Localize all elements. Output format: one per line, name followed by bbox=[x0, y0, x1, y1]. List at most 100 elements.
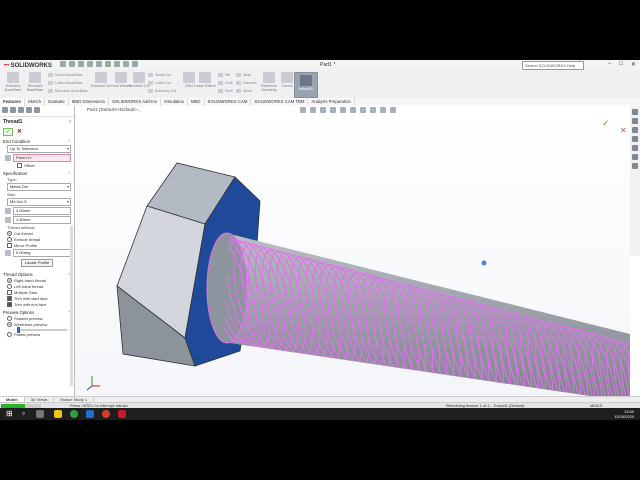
ribbon-mirror[interactable]: Mirror bbox=[236, 89, 252, 93]
ribbon-intersect[interactable]: Intersect bbox=[236, 81, 256, 85]
trim-start-checkbox[interactable]: Trim with start face bbox=[7, 296, 71, 301]
resources-icon[interactable] bbox=[632, 109, 638, 115]
multiple-start-checkbox[interactable]: Multiple Start bbox=[7, 290, 71, 295]
print-icon[interactable] bbox=[96, 61, 102, 67]
ribbon-wrap[interactable]: Wrap bbox=[236, 73, 251, 77]
chrome-icon[interactable] bbox=[70, 410, 78, 418]
rebuild-icon[interactable] bbox=[123, 61, 129, 67]
tab-simulation[interactable]: Simulation bbox=[161, 98, 188, 106]
configuration-icon[interactable] bbox=[18, 107, 24, 113]
panel-tabs bbox=[0, 106, 74, 117]
ok-button[interactable]: ✓ bbox=[3, 128, 13, 136]
ribbon-draft[interactable]: Draft bbox=[218, 81, 233, 85]
tab-evaluate[interactable]: Evaluate bbox=[45, 98, 69, 106]
ribbon-extruded-boss[interactable]: Extruded Boss/Base bbox=[2, 72, 24, 96]
feature-tree-icon[interactable] bbox=[2, 107, 8, 113]
save-icon[interactable] bbox=[87, 61, 93, 67]
display-manager-icon[interactable] bbox=[34, 107, 40, 113]
task-view-icon[interactable] bbox=[36, 410, 44, 418]
end-condition-select[interactable]: Up To Selection bbox=[7, 145, 71, 153]
ribbon-shell[interactable]: Shell bbox=[218, 89, 233, 93]
tab-mbd[interactable]: MBD bbox=[188, 98, 205, 106]
ribbon-lofted-cut[interactable]: Lofted Cut bbox=[148, 81, 171, 85]
left-hand-radio[interactable]: Left-hand thread bbox=[7, 284, 71, 289]
solidworks-window: ꟷ SOLIDWORKS Part1 * Search SOLIDWORKS H… bbox=[0, 60, 640, 420]
ribbon-boundary-cut[interactable]: Boundary Cut bbox=[148, 89, 176, 93]
edge-icon[interactable] bbox=[86, 410, 94, 418]
design-library-icon[interactable] bbox=[632, 118, 638, 124]
select-icon[interactable] bbox=[114, 61, 120, 67]
shaded-preview-radio[interactable]: Shaded preview bbox=[7, 316, 71, 321]
solidworks-taskbar-icon[interactable] bbox=[118, 410, 126, 418]
file-explorer-taskbar-icon[interactable] bbox=[54, 410, 62, 418]
view-palette-icon[interactable] bbox=[632, 136, 638, 142]
preview-options-header[interactable]: Preview Options bbox=[3, 307, 71, 315]
preview-options-section: Preview Options Shaded preview Wireframe… bbox=[3, 307, 71, 337]
end-face-field[interactable]: Face<1> bbox=[5, 154, 71, 162]
mirror-profile-checkbox[interactable]: Mirror Profile bbox=[7, 243, 71, 248]
cut-thread-radio[interactable]: Cut thread bbox=[7, 231, 71, 236]
open-icon[interactable] bbox=[78, 61, 84, 67]
taskbar-search-icon[interactable]: ⌕ bbox=[22, 411, 25, 418]
start-button[interactable]: ⊞ bbox=[6, 410, 13, 418]
custom-properties-icon[interactable] bbox=[632, 154, 638, 160]
locate-profile-button[interactable]: Locate Profile bbox=[21, 259, 53, 267]
browser-icon[interactable] bbox=[102, 410, 110, 418]
close-button[interactable]: ✕ bbox=[631, 61, 636, 68]
graphics-area[interactable]: Part1 (Default<<Default>... bbox=[75, 106, 630, 396]
size-select[interactable]: M4.0x1.5 bbox=[7, 198, 71, 206]
ribbon-extruded-cut[interactable]: Extruded Cut bbox=[90, 72, 112, 96]
ribbon-lofted-boss[interactable]: Lofted Boss/Base bbox=[48, 81, 82, 85]
ribbon-revolved-cut[interactable]: Revolved Cut bbox=[128, 72, 150, 96]
type-select[interactable]: Metric Die bbox=[7, 183, 71, 191]
tab-mbd-dimensions[interactable]: MBD Dimensions bbox=[69, 98, 109, 106]
ribbon-linear-pattern[interactable]: Linear Pattern bbox=[194, 72, 216, 96]
tab-cam[interactable]: SOLIDWORKS CAM bbox=[205, 98, 252, 106]
appearances-icon[interactable] bbox=[632, 145, 638, 151]
property-manager-icon[interactable] bbox=[10, 107, 16, 113]
file-explorer-icon[interactable] bbox=[632, 127, 638, 133]
thread-options-header[interactable]: Thread Options bbox=[3, 269, 71, 277]
tab-cam-tbm[interactable]: SOLIDWORKS CAM TBM bbox=[251, 98, 309, 106]
dimxpert-icon[interactable] bbox=[26, 107, 32, 113]
slider-knob[interactable] bbox=[17, 327, 20, 333]
panel-scrollbar[interactable] bbox=[70, 226, 73, 386]
tab-analysis-preparation[interactable]: Analysis Preparation bbox=[308, 98, 355, 106]
tab-sketch[interactable]: Sketch bbox=[25, 98, 46, 106]
ribbon-swept-boss[interactable]: Swept Boss/Base bbox=[48, 73, 82, 77]
maximize-button[interactable]: □ bbox=[619, 61, 623, 68]
pitch-field[interactable]: 1.50mm bbox=[5, 216, 71, 224]
extruded-cut-icon bbox=[95, 72, 107, 83]
home-icon[interactable] bbox=[60, 61, 66, 67]
end-condition-header[interactable]: End Condition bbox=[3, 136, 71, 144]
document-title: Part1 * bbox=[320, 62, 336, 68]
rotation-field[interactable]: 0.00deg bbox=[5, 249, 71, 257]
tab-features[interactable]: Features bbox=[0, 98, 25, 106]
confirm-corner-ok-icon[interactable]: ✓ bbox=[602, 118, 610, 129]
app-logo[interactable]: ꟷ SOLIDWORKS bbox=[4, 61, 52, 69]
minimize-button[interactable]: − bbox=[608, 61, 612, 68]
preview-slider[interactable] bbox=[17, 327, 67, 333]
cancel-button[interactable]: ✕ bbox=[16, 129, 22, 135]
help-icon[interactable]: ? bbox=[69, 119, 71, 125]
specification-header[interactable]: Specification bbox=[3, 168, 71, 176]
extrude-thread-radio[interactable]: Extrude thread bbox=[7, 237, 71, 242]
instant3d-button[interactable]: Instant3D bbox=[294, 72, 318, 98]
solidworks-forum-icon[interactable] bbox=[632, 163, 638, 169]
ribbon-rib[interactable]: Rib bbox=[218, 73, 230, 77]
clock-date: 12/05/2020 bbox=[613, 414, 634, 419]
tab-addins[interactable]: SOLIDWORKS Add-Ins bbox=[109, 98, 161, 106]
right-hand-radio[interactable]: Right-hand thread bbox=[7, 278, 71, 283]
ribbon-swept-cut[interactable]: Swept Cut bbox=[148, 73, 171, 77]
bolt-model[interactable] bbox=[75, 106, 630, 396]
undo-icon[interactable] bbox=[105, 61, 111, 67]
diameter-field[interactable]: 4.00mm bbox=[5, 207, 71, 215]
help-search-input[interactable]: Search SOLIDWORKS Help bbox=[522, 61, 584, 70]
options-icon[interactable] bbox=[132, 61, 138, 67]
windows-taskbar: ⊞ ⌕ 13:50 12/05/2020 bbox=[0, 408, 640, 420]
system-clock[interactable]: 13:50 12/05/2020 bbox=[614, 409, 634, 419]
ribbon-revolved-boss[interactable]: Revolved Boss/Base bbox=[24, 72, 46, 96]
confirm-corner-cancel-icon[interactable]: ✕ bbox=[620, 126, 627, 135]
new-icon[interactable] bbox=[69, 61, 75, 67]
ribbon-boundary-boss[interactable]: Boundary Boss/Base bbox=[48, 89, 88, 93]
